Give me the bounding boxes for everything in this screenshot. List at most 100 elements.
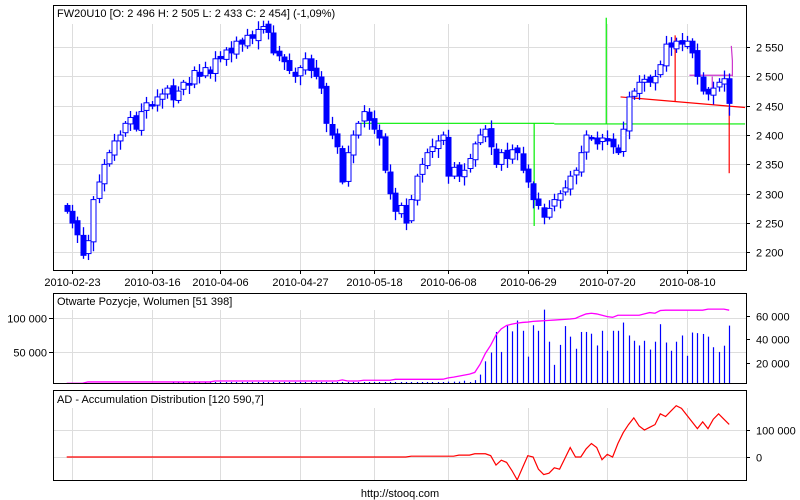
candle-up (657, 64, 664, 76)
candle-up (408, 199, 415, 222)
ad-axis-label: 100 000 (756, 426, 796, 438)
candle-down (679, 40, 686, 45)
candle-up (127, 116, 134, 125)
candle-down (149, 104, 156, 107)
candle-down (382, 136, 389, 171)
candle-up (138, 111, 145, 131)
y-tick-label: 2 500 (756, 72, 784, 84)
candle-up (297, 67, 304, 77)
candle-down (392, 192, 399, 212)
candle-up (244, 34, 251, 47)
candle-up (117, 134, 124, 142)
candle-down (366, 111, 373, 121)
right-axis-label: 60 000 (756, 312, 790, 324)
candle-up (451, 166, 458, 177)
candle-up (684, 40, 691, 47)
ad-axis-label: 0 (756, 453, 762, 465)
candle-down (308, 58, 315, 72)
candle-down (700, 76, 707, 92)
candle-up (302, 58, 309, 71)
candle-up (106, 152, 113, 165)
candle-down (276, 50, 283, 57)
candle-up (482, 128, 489, 138)
candle-down (339, 148, 346, 183)
candle-down (530, 183, 537, 201)
x-tick-label: 2010-06-08 (420, 277, 476, 289)
candle-up (578, 152, 585, 173)
candle-up (419, 163, 426, 175)
x-tick-label: 2010-04-06 (192, 277, 248, 289)
candle-down (323, 85, 330, 124)
x-tick-label: 2010-05-18 (346, 277, 402, 289)
candle-down (318, 76, 325, 89)
candle-down (133, 115, 140, 130)
right-axis-label: 40 000 (756, 335, 790, 347)
candle-up (472, 143, 479, 161)
candle-up (233, 40, 240, 55)
candle-down (196, 71, 203, 77)
candle-down (207, 69, 214, 74)
candle-up (546, 207, 553, 218)
candle-down (610, 138, 617, 148)
candle-up (212, 58, 219, 74)
candle-up (96, 181, 103, 199)
candle-up (663, 43, 670, 67)
candle-down (170, 85, 177, 101)
candle-up (350, 134, 357, 156)
candle-down (403, 204, 410, 224)
candle-down (334, 133, 341, 148)
candle-down (493, 148, 500, 165)
candle-down (488, 128, 495, 148)
candle-up (414, 175, 421, 201)
candle-up (435, 140, 442, 150)
y-tick-label: 2 450 (756, 102, 784, 114)
stock-chart: FW20U10 [O: 2 496 H: 2 505 L: 2 433 C: 2… (0, 0, 800, 500)
candle-up (175, 90, 182, 101)
candle-down (69, 210, 76, 224)
candle-up (429, 146, 436, 152)
candle-down (228, 47, 235, 54)
candle-down (270, 32, 277, 54)
candle-down (249, 34, 256, 39)
x-tick-label: 2010-02-23 (44, 277, 100, 289)
candle-down (588, 136, 595, 140)
y-tick-label: 2 200 (756, 248, 784, 260)
candle-up (716, 81, 723, 88)
candle-up (583, 134, 590, 153)
candle-down (504, 149, 511, 160)
price-panel-title: FW20U10 [O: 2 496 H: 2 505 L: 2 433 C: 2… (57, 8, 335, 20)
y-tick-label: 2 400 (756, 131, 784, 143)
candle-down (329, 124, 336, 136)
candle-up (440, 134, 447, 141)
candle-down (541, 207, 548, 218)
left-axis-label: 50 000 (13, 348, 47, 360)
candle-up (461, 169, 468, 178)
candle-down (74, 220, 81, 236)
candle-up (255, 28, 262, 42)
candle-up (673, 40, 680, 50)
candle-down (689, 40, 696, 54)
candle-up (477, 134, 484, 144)
volume-panel-title: Otwarte Pozycje, Wolumen [51 398] (57, 296, 232, 308)
candle-up (361, 111, 368, 122)
candle-down (604, 138, 611, 142)
candle-down (313, 67, 320, 77)
left-axis-label: 100 000 (7, 314, 47, 326)
candle-up (641, 78, 648, 83)
candle-down (726, 78, 733, 104)
x-tick-label: 2010-08-10 (659, 277, 715, 289)
candle-down (456, 164, 463, 177)
candle-up (345, 152, 352, 182)
x-tick-label: 2010-04-27 (272, 277, 328, 289)
candle-up (498, 152, 505, 165)
candle-up (636, 81, 643, 94)
candle-down (217, 55, 224, 60)
candle-up (85, 240, 92, 255)
candle-down (520, 153, 527, 171)
candle-down (64, 204, 71, 212)
candle-down (292, 71, 299, 77)
candle-down (371, 118, 378, 130)
footer-link[interactable]: http://stooq.com (361, 488, 439, 500)
candle-down (594, 137, 601, 145)
candle-up (164, 87, 171, 95)
